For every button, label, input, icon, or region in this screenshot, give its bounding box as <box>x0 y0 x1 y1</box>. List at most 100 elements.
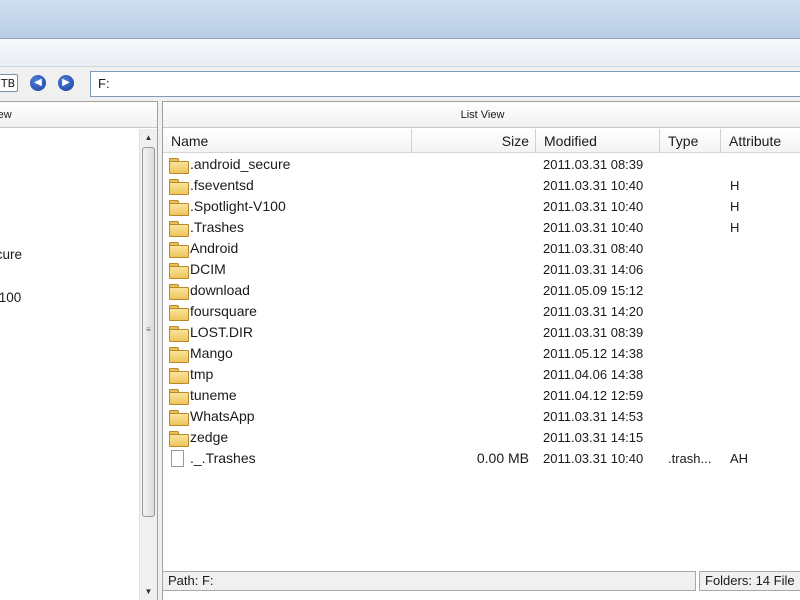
file-icon <box>171 450 184 467</box>
app-window: TB ◀ ▶ F: View _secure sd nt-V100 ad are… <box>0 38 800 600</box>
modified-cell: 2011.05.09 15:12 <box>543 283 644 298</box>
row-icon-cell <box>169 301 189 322</box>
type-cell <box>668 427 720 448</box>
type-cell <box>668 259 720 280</box>
attribute-cell <box>730 238 790 259</box>
modified-cell: 2011.03.31 08:39 <box>543 157 644 172</box>
modified-cell: 2011.03.31 14:20 <box>543 304 644 319</box>
tree-view-header: View <box>0 102 157 128</box>
folder-icon <box>169 430 189 447</box>
row-icon-cell <box>169 364 189 385</box>
modified-cell: 2011.03.31 10:40 <box>543 451 644 466</box>
attribute-cell <box>730 280 790 301</box>
type-cell: .trash... <box>668 451 712 466</box>
column-header-size[interactable]: Size <box>412 129 536 153</box>
type-cell <box>668 406 720 427</box>
modified-cell: 2011.03.31 14:53 <box>543 409 644 424</box>
folder-icon <box>169 241 189 258</box>
table-row[interactable]: .fseventsd 2011.03.31 10:40 H <box>163 175 800 196</box>
table-row[interactable]: WhatsApp 2011.03.31 14:53 <box>163 406 800 427</box>
scroll-down-icon[interactable]: ▼ <box>140 584 157 600</box>
tree-vertical-scrollbar[interactable]: ▲ ≡ ▼ <box>139 129 157 600</box>
size-cell <box>413 175 529 196</box>
arrow-left-circle-icon: ◀ <box>30 75 46 91</box>
text-mode-button[interactable]: TB <box>0 74 18 92</box>
table-row[interactable]: .Spotlight-V100 2011.03.31 10:40 H <box>163 196 800 217</box>
modified-cell: 2011.03.31 10:40 <box>543 220 644 235</box>
tree-view-header-label: View <box>0 109 12 121</box>
table-row[interactable]: .Trashes 2011.03.31 10:40 H <box>163 217 800 238</box>
list-view-header: List View <box>163 102 800 128</box>
table-row[interactable]: foursquare 2011.03.31 14:20 <box>163 301 800 322</box>
name-cell: .fseventsd <box>190 177 254 193</box>
name-cell: DCIM <box>190 261 226 277</box>
attribute-cell <box>730 364 790 385</box>
forward-button[interactable]: ▶ <box>58 74 74 92</box>
name-cell: .Spotlight-V100 <box>190 198 286 214</box>
name-cell: Mango <box>190 345 233 361</box>
name-cell: foursquare <box>190 303 257 319</box>
size-cell <box>413 427 529 448</box>
row-icon-cell <box>169 217 189 238</box>
table-row[interactable]: tuneme 2011.04.12 12:59 <box>163 385 800 406</box>
row-icon-cell <box>169 427 189 448</box>
table-row[interactable]: Mango 2011.05.12 14:38 <box>163 343 800 364</box>
table-row[interactable]: ._.Trashes 0.00 MB 2011.03.31 10:40 .trash.… <box>163 448 800 469</box>
row-icon-cell <box>169 280 189 301</box>
table-row[interactable]: tmp 2011.04.06 14:38 <box>163 364 800 385</box>
folder-icon <box>169 304 189 321</box>
type-cell <box>668 175 720 196</box>
tree-item[interactable]: _secure <box>0 244 22 265</box>
attribute-cell <box>730 259 790 280</box>
address-input[interactable]: F: <box>90 71 800 97</box>
type-cell <box>668 385 720 406</box>
row-icon-cell <box>169 175 189 196</box>
column-header-attribute[interactable]: Attribute <box>721 129 800 153</box>
column-header-modified[interactable]: Modified <box>536 129 660 153</box>
modified-cell: 2011.03.31 10:40 <box>543 199 644 214</box>
attribute-cell <box>730 427 790 448</box>
folder-icon <box>169 199 189 216</box>
type-cell <box>668 238 720 259</box>
row-icon-cell <box>169 259 189 280</box>
column-header-type[interactable]: Type <box>660 129 721 153</box>
type-cell <box>668 301 720 322</box>
modified-cell: 2011.05.12 14:38 <box>543 346 644 361</box>
folder-icon <box>169 325 189 342</box>
size-cell <box>413 154 529 175</box>
folder-icon <box>169 262 189 279</box>
folder-icon <box>169 409 189 426</box>
type-cell <box>668 322 720 343</box>
row-icon-cell <box>169 385 189 406</box>
attribute-cell <box>730 343 790 364</box>
file-list: .android_secure 2011.03.31 08:39 .fsevents… <box>163 154 800 469</box>
table-row[interactable]: LOST.DIR 2011.03.31 08:39 <box>163 322 800 343</box>
column-header-name[interactable]: Name <box>163 129 412 153</box>
attribute-cell <box>730 385 790 406</box>
table-row[interactable]: zedge 2011.03.31 14:15 <box>163 427 800 448</box>
table-row[interactable]: .android_secure 2011.03.31 08:39 <box>163 154 800 175</box>
name-cell: WhatsApp <box>190 408 255 424</box>
scroll-up-icon[interactable]: ▲ <box>140 130 157 146</box>
table-row[interactable]: Android 2011.03.31 08:40 <box>163 238 800 259</box>
type-cell <box>668 196 720 217</box>
table-row[interactable]: download 2011.05.09 15:12 <box>163 280 800 301</box>
table-row[interactable]: DCIM 2011.03.31 14:06 <box>163 259 800 280</box>
type-cell <box>668 154 720 175</box>
tree-item[interactable]: nt-V100 <box>0 287 21 308</box>
attribute-cell <box>730 322 790 343</box>
size-cell <box>413 196 529 217</box>
size-cell <box>413 385 529 406</box>
status-path: Path: F: <box>162 571 696 591</box>
grip-icon: ≡ <box>146 325 151 334</box>
folder-icon <box>169 220 189 237</box>
list-view-pane: List View Name Size Modified Type Attrib… <box>162 101 800 600</box>
back-button[interactable]: ◀ <box>30 74 46 92</box>
status-count: Folders: 14 File <box>699 571 800 591</box>
size-cell <box>413 217 529 238</box>
size-cell: 0.00 MB <box>476 450 529 466</box>
size-cell <box>413 259 529 280</box>
modified-cell: 2011.04.06 14:38 <box>543 367 644 382</box>
name-cell: LOST.DIR <box>190 324 254 340</box>
scrollbar-thumb[interactable]: ≡ <box>142 147 155 517</box>
